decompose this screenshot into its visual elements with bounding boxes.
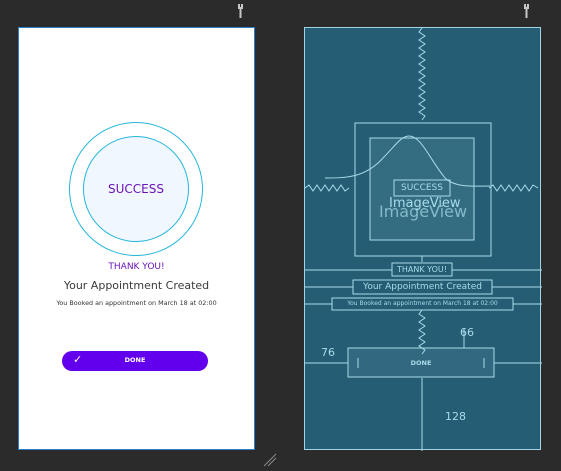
done-button-label: DONE [124, 356, 146, 364]
success-ring-inner: SUCCESS [83, 136, 189, 242]
blueprint-preview: ImageView ImageView SUCCESS THANK YOU! Y… [304, 27, 542, 451]
done-button[interactable]: ✓ DONE [62, 351, 208, 371]
margin-bottom-value: 128 [445, 410, 466, 423]
margin-left-value: 76 [321, 346, 335, 359]
blueprint-success-label: SUCCESS [401, 183, 443, 193]
booked-details-label: You Booked an appointment on March 18 at… [56, 299, 217, 307]
wrench-icon[interactable] [236, 3, 249, 23]
appointment-created-label: Your Appointment Created [63, 279, 210, 292]
thanks-label: THANK YOU! [108, 262, 165, 272]
margin-top-value: 66 [460, 326, 474, 339]
blueprint-done-label: DONE [410, 359, 432, 367]
blueprint-thanks-label: THANK YOU! [397, 265, 447, 274]
resize-handle[interactable] [262, 452, 278, 471]
design-preview: SUCCESS THANK YOU! Your Appointment Crea… [18, 27, 255, 450]
wrench-icon[interactable] [522, 3, 535, 23]
blueprint-booked-label: You Booked an appointment on March 18 at… [347, 300, 498, 307]
imageview-label-large: ImageView [379, 202, 468, 221]
success-label: SUCCESS [108, 182, 164, 196]
blueprint-created-label: Your Appointment Created [363, 282, 482, 292]
